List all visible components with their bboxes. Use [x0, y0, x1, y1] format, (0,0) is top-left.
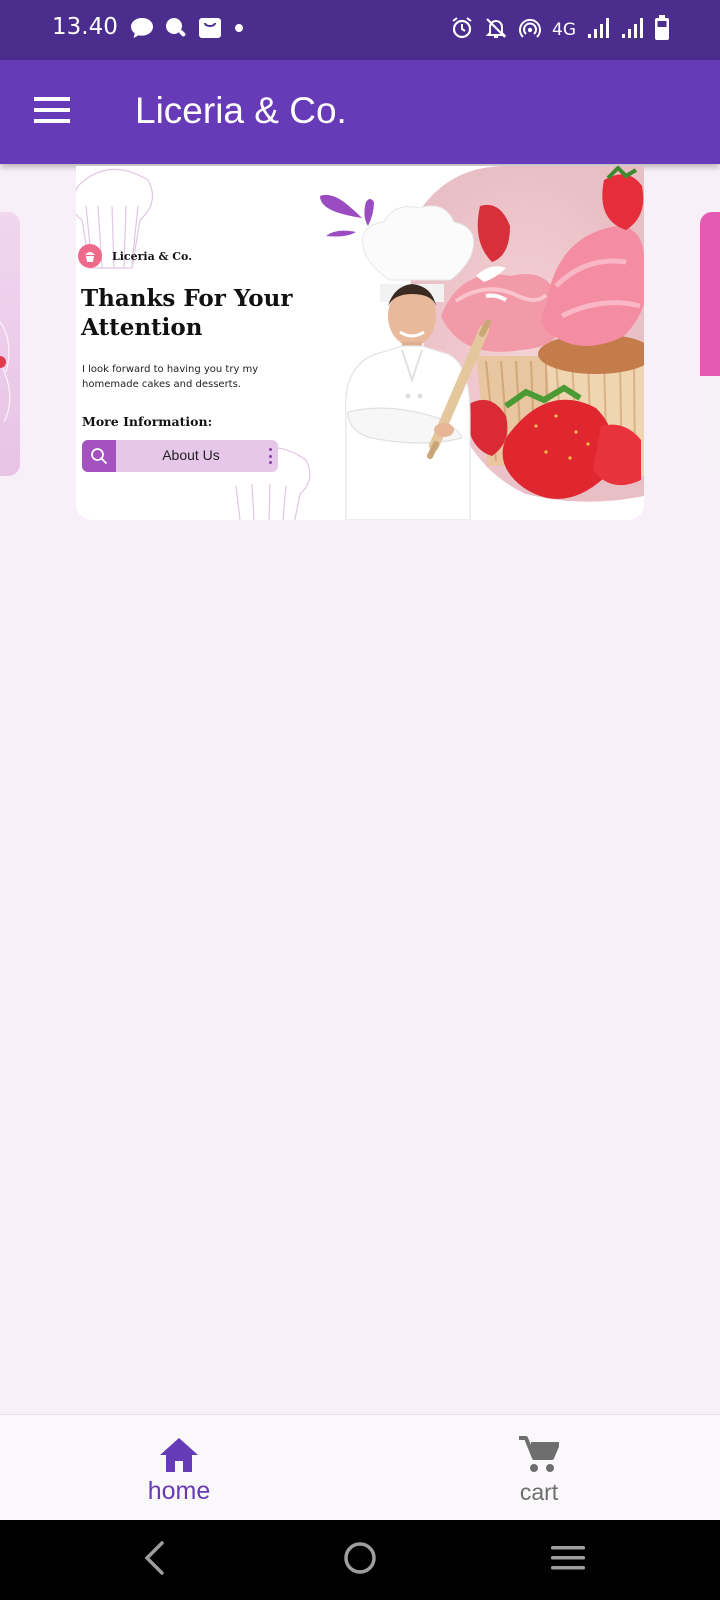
recents-menu-icon: [551, 1545, 585, 1576]
nav-item-home[interactable]: home: [79, 1415, 279, 1521]
home-system-button[interactable]: [340, 1540, 380, 1580]
headline-line-1: Thanks For Your: [81, 285, 293, 312]
nav-label-cart: cart: [519, 1479, 559, 1505]
body-line-2: homemade cakes and desserts.: [82, 379, 241, 390]
home-icon: [160, 1435, 198, 1475]
bottom-navigation: home cart: [0, 1414, 720, 1520]
search-icon: [82, 440, 116, 472]
more-vert-icon: [268, 448, 272, 464]
carousel-prev-slide[interactable]: [0, 212, 20, 476]
cupcake-logo-icon: [78, 244, 102, 268]
chat-bubble-icon: [130, 17, 154, 44]
back-arrow-icon: [142, 1540, 166, 1580]
circle-home-icon: [343, 1541, 377, 1580]
recents-button[interactable]: [548, 1540, 588, 1580]
cart-icon: [519, 1435, 559, 1475]
notification-icons: [130, 17, 246, 43]
app-title: Liceria & Co.: [135, 90, 347, 131]
about-us-label: About Us: [162, 447, 220, 463]
system-status-icons: 4G: [450, 14, 670, 46]
body-line-1: I look forward to having you try my: [82, 364, 259, 375]
nav-item-cart[interactable]: cart: [439, 1415, 639, 1521]
brand-row: Liceria & Co.: [78, 244, 192, 268]
slide-body-text: I look forward to having you try my home…: [82, 362, 292, 392]
app-bar: Liceria & Co.: [0, 60, 720, 164]
hotspot-icon: [518, 16, 542, 45]
shopping-bag-icon: [198, 16, 222, 45]
battery-icon: [654, 14, 670, 46]
dot-icon: [232, 21, 246, 40]
brand-name: Liceria & Co.: [112, 249, 193, 263]
signal-icon: [586, 16, 610, 45]
alarm-icon: [450, 16, 474, 45]
slide-headline: Thanks For Your Attention: [81, 284, 321, 342]
signal-icon: [620, 16, 644, 45]
nav-label-home: home: [147, 1477, 211, 1505]
status-bar: 13.40 4G: [0, 0, 720, 60]
system-navigation-bar: [0, 1520, 720, 1600]
about-us-bar: About Us: [82, 440, 278, 472]
promo-slide[interactable]: Liceria & Co. Thanks For Your Attention …: [76, 166, 644, 520]
status-time: 13.40: [52, 14, 118, 40]
menu-button[interactable]: [28, 90, 76, 134]
network-type: 4G: [552, 20, 576, 40]
back-button[interactable]: [134, 1540, 174, 1580]
hamburger-menu-icon: [34, 96, 70, 128]
more-info-label: More Information:: [82, 414, 213, 429]
headline-line-2: Attention: [81, 314, 203, 341]
chat-search-icon: [164, 16, 188, 45]
bell-off-icon: [484, 16, 508, 45]
carousel-next-slide[interactable]: [700, 212, 720, 476]
